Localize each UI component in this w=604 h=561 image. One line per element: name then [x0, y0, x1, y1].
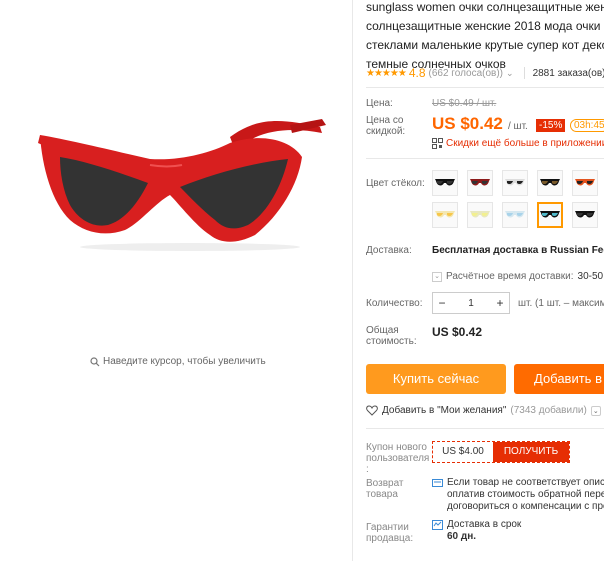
increase-quantity-button[interactable]: + — [491, 296, 509, 310]
old-price: US $0.49 / шт. — [432, 98, 497, 109]
return-icon — [432, 479, 443, 487]
search-icon — [90, 356, 100, 366]
total-price: US $0.42 — [432, 325, 483, 339]
divider — [366, 87, 604, 88]
sunglasses-icon — [470, 179, 490, 186]
sunglasses-icon — [505, 179, 525, 186]
sunglasses-icon — [540, 179, 560, 186]
app-promo-text: Скидки ещё больше в приложении — [446, 138, 604, 149]
shipping-text[interactable]: Бесплатная доставка в Russian Federa — [432, 245, 604, 256]
quantity-label: Количество: — [366, 298, 423, 309]
per-unit: / шт. — [508, 121, 528, 132]
orders-count: 2881 заказа(ов) — [532, 67, 604, 79]
buy-now-button[interactable]: Купить сейчас — [366, 364, 506, 394]
decrease-quantity-button[interactable]: − — [433, 296, 451, 310]
color-swatch[interactable] — [502, 170, 528, 196]
total-label: Общая стоимость: — [366, 325, 417, 347]
discount-badge: -15% — [536, 119, 566, 132]
wishlist-count: (7343 добавили) — [510, 405, 587, 416]
current-price: US $0.42 — [432, 114, 503, 133]
color-swatch[interactable] — [467, 202, 493, 228]
return-line: оплатив стоимость обратной перес — [447, 489, 604, 500]
color-swatch[interactable] — [467, 170, 493, 196]
app-promo-link[interactable]: Скидки ещё больше в приложении — [432, 138, 604, 149]
delivery-icon — [432, 520, 443, 530]
return-policy: Если товар не соответствует описа оплати… — [432, 477, 604, 513]
get-coupon-button[interactable]: ПОЛУЧИТЬ — [493, 442, 569, 462]
return-line: договориться о компенсации с про — [447, 501, 604, 512]
zoom-hint: Наведите курсор, чтобы увеличить — [90, 356, 266, 367]
color-swatch[interactable] — [432, 202, 458, 228]
chevron-down-icon[interactable]: ⌄ — [506, 68, 514, 79]
lens-color-label: Цвет стёкол: — [366, 178, 425, 189]
product-title: sunglass women очки солнцезащитные женс … — [366, 0, 604, 74]
return-line: Если товар не соответствует описа — [447, 477, 604, 488]
title-line: стеклами маленькие крутые супер кот деко — [366, 38, 604, 52]
chevron-down-icon[interactable]: ⌄ — [432, 271, 442, 282]
panel-divider — [352, 0, 353, 561]
coupon: US $4.00 ПОЛУЧИТЬ — [432, 441, 570, 463]
quantity-input[interactable]: 1 — [451, 298, 491, 309]
title-line: sunglass women очки солнцезащитные женс — [366, 0, 604, 14]
zoom-hint-text: Наведите курсор, чтобы увеличить — [103, 356, 266, 367]
product-image[interactable] — [30, 95, 330, 255]
rating-row: ★★★★★ 4.8 (662 голоса(ов)) ⌄ 2881 заказа… — [366, 66, 604, 80]
qr-code-icon — [432, 138, 443, 149]
coupon-label: Купон нового пользователя : — [366, 442, 430, 475]
sunglasses-icon — [435, 179, 455, 186]
coupon-amount: US $4.00 — [442, 446, 484, 457]
guarantee-label: Гарантии продавца: — [366, 522, 414, 544]
price-label: Цена: — [366, 98, 393, 109]
color-swatch[interactable] — [537, 202, 563, 228]
divider — [523, 67, 525, 79]
wishlist-link[interactable]: Добавить в "Мои желания" (7343 добавили)… — [366, 405, 601, 416]
delivery-eta: ⌄ Расчётное время доставки: 30-50 дн. — [432, 271, 604, 282]
divider — [366, 158, 604, 159]
color-swatch[interactable] — [432, 170, 458, 196]
details-panel: sunglass women очки солнцезащитные женс … — [366, 0, 604, 561]
eta-value: 30-50 дн. — [577, 271, 604, 282]
color-swatch[interactable] — [502, 202, 528, 228]
quantity-stepper: − 1 + — [432, 292, 510, 314]
chevron-down-icon[interactable]: ⌄ — [590, 405, 601, 416]
wishlist-text: Добавить в "Мои желания" — [382, 405, 507, 416]
rating-stars-icon: ★★★★★ — [366, 67, 407, 79]
seller-guarantee: Доставка в срок 60 дн. — [432, 519, 521, 543]
sunglasses-icon — [575, 179, 595, 186]
sunglasses-icon — [540, 211, 560, 218]
sunglasses-icon — [470, 211, 490, 218]
eta-label: Расчётное время доставки: — [446, 271, 574, 282]
sunglasses-icon — [575, 211, 595, 218]
rating-value: 4.8 — [408, 66, 426, 80]
guarantee-days: 60 дн. — [447, 531, 477, 542]
heart-icon — [366, 405, 378, 416]
image-panel: Наведите курсор, чтобы увеличить — [0, 0, 352, 561]
title-line: солнцезащитные женские 2018 мода очки — [366, 19, 601, 33]
quantity-note: шт. (1 шт. – максим — [518, 298, 604, 309]
guarantee-line: Доставка в срок — [447, 519, 522, 530]
shipping-label: Доставка: — [366, 245, 412, 256]
return-label: Возврат товара — [366, 478, 404, 500]
rating-votes-link[interactable]: (662 голоса(ов)) — [429, 68, 504, 79]
color-swatch[interactable] — [572, 170, 598, 196]
color-swatch[interactable] — [537, 170, 563, 196]
sunglasses-icon — [435, 211, 455, 218]
countdown-timer: 03h:45 — [570, 119, 604, 132]
sunglasses-icon — [505, 211, 525, 218]
divider — [366, 428, 604, 429]
discount-price-label: Цена со скидкой: — [366, 115, 406, 137]
color-swatch[interactable] — [572, 202, 598, 228]
add-to-cart-button[interactable]: Добавить в — [514, 364, 604, 394]
